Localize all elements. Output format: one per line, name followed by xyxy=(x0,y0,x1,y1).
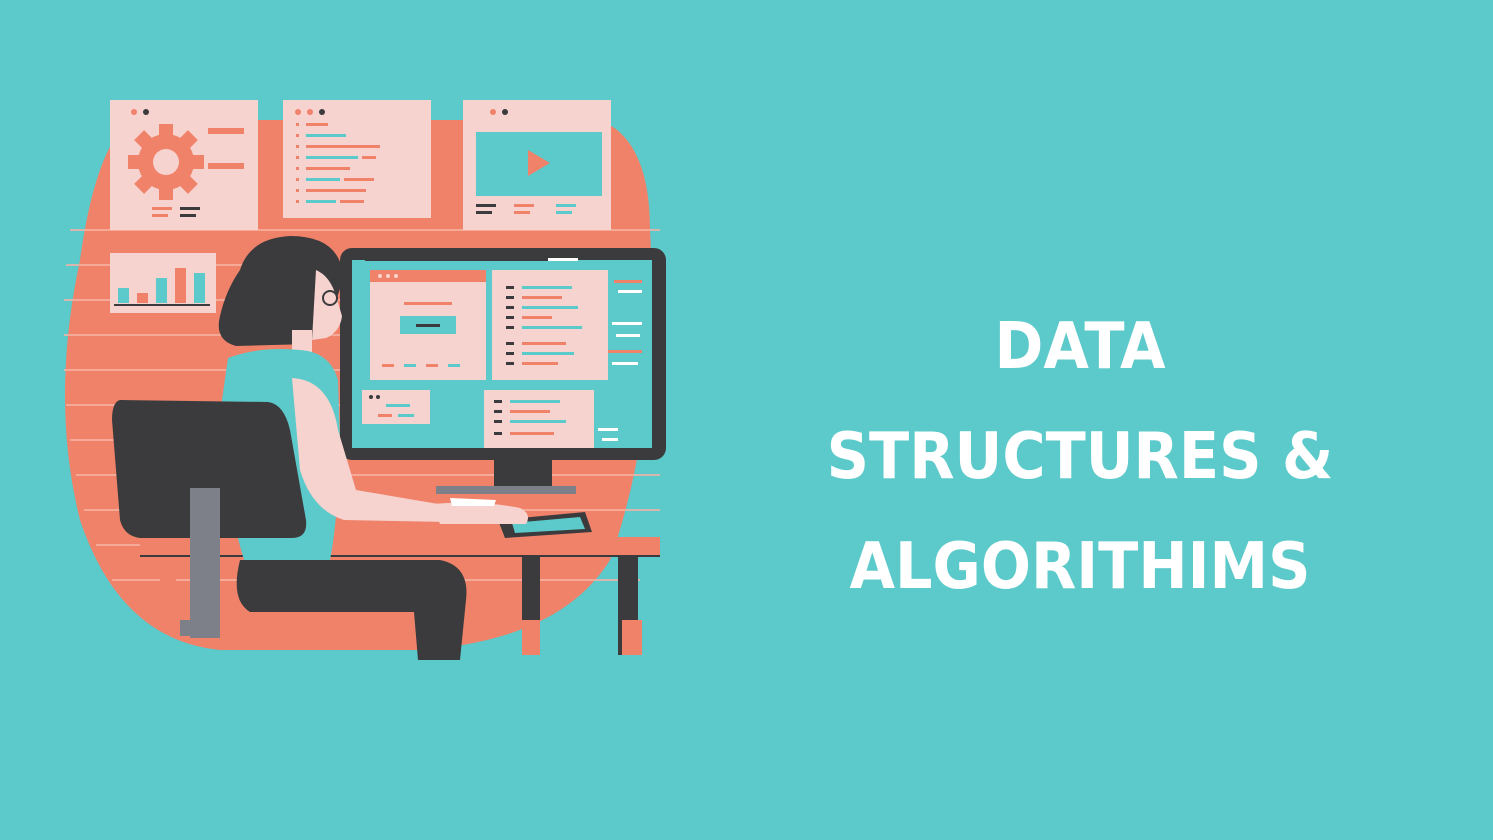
monitor-icon xyxy=(340,248,666,494)
headline-line-2: STRUCTURES & xyxy=(826,420,1334,494)
slide-canvas: DATA STRUCTURES & ALGORITHIMS xyxy=(0,0,1493,840)
headline-line-3: ALGORITHIMS xyxy=(849,530,1311,604)
developer-illustration xyxy=(64,100,666,660)
gear-panel xyxy=(110,100,258,230)
bar-chart-panel xyxy=(110,253,216,313)
gear-icon xyxy=(128,124,204,200)
video-panel xyxy=(463,100,611,230)
headline: DATA STRUCTURES & ALGORITHIMS xyxy=(790,292,1370,622)
code-panel xyxy=(283,100,431,218)
headline-line-1: DATA xyxy=(994,310,1166,384)
